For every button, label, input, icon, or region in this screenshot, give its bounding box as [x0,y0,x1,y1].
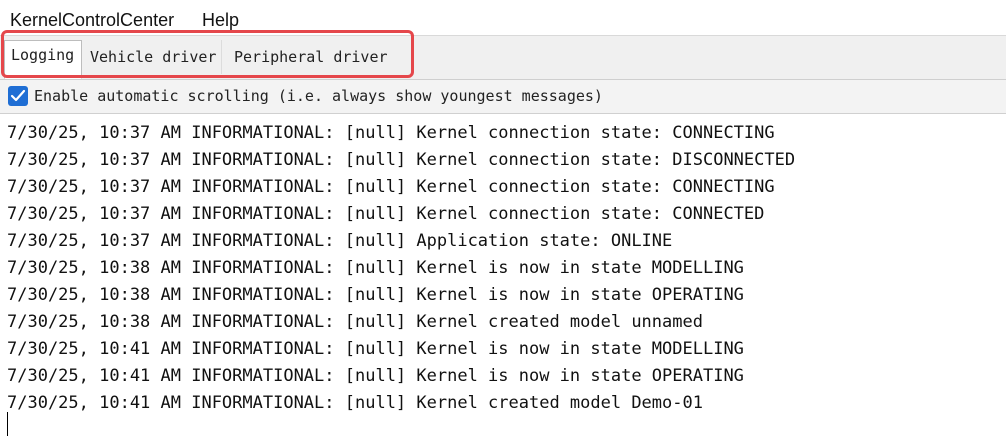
log-line: 7/30/25, 10:38 AM INFORMATIONAL: [null] … [7,312,703,332]
tab-strip: Logging Vehicle driver Peripheral driver [0,36,1006,80]
text-cursor [7,412,8,436]
menu-help[interactable]: Help [202,10,239,31]
auto-scroll-checkbox[interactable] [8,86,28,106]
auto-scroll-label[interactable]: Enable automatic scrolling (i.e. always … [34,87,603,105]
log-line: 7/30/25, 10:37 AM INFORMATIONAL: [null] … [7,204,765,224]
checkmark-icon [10,89,26,102]
options-bar: Enable automatic scrolling (i.e. always … [0,80,1006,114]
log-line: 7/30/25, 10:37 AM INFORMATIONAL: [null] … [7,123,775,143]
tab-logging[interactable]: Logging [4,40,82,79]
log-line: 7/30/25, 10:41 AM INFORMATIONAL: [null] … [7,339,744,359]
log-line: 7/30/25, 10:38 AM INFORMATIONAL: [null] … [7,285,744,305]
log-line: 7/30/25, 10:37 AM INFORMATIONAL: [null] … [7,150,796,170]
menu-kernel-control-center[interactable]: KernelControlCenter [10,10,174,31]
menu-bar: KernelControlCenter Help [0,0,1006,36]
log-line: 7/30/25, 10:37 AM INFORMATIONAL: [null] … [7,177,775,197]
log-text-area[interactable]: 7/30/25, 10:37 AM INFORMATIONAL: [null] … [0,114,1006,444]
log-line: 7/30/25, 10:41 AM INFORMATIONAL: [null] … [7,366,744,386]
log-line: 7/30/25, 10:41 AM INFORMATIONAL: [null] … [7,393,703,413]
log-line: 7/30/25, 10:37 AM INFORMATIONAL: [null] … [7,231,673,251]
log-line: 7/30/25, 10:38 AM INFORMATIONAL: [null] … [7,258,744,278]
tab-peripheral-driver[interactable]: Peripheral driver [228,40,392,74]
tab-vehicle-driver[interactable]: Vehicle driver [84,40,222,74]
